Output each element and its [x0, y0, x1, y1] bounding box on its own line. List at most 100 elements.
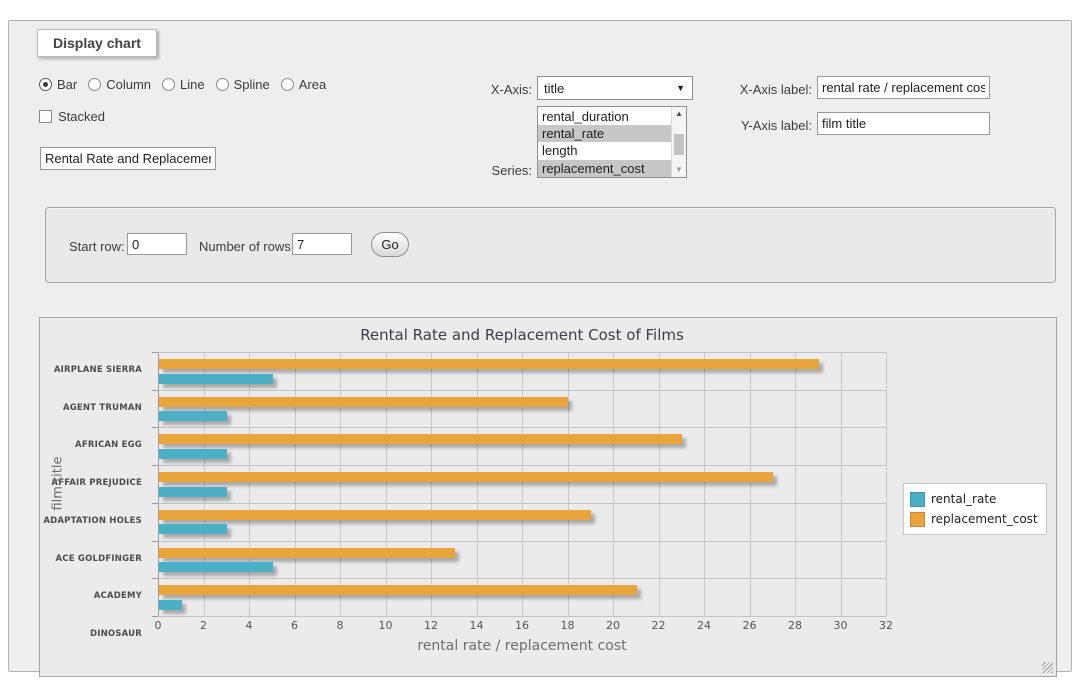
gridline-horizontal — [158, 503, 886, 504]
bar-replacement_cost-airplane-sierra — [159, 359, 819, 369]
bar-replacement_cost-agent-truman — [159, 397, 568, 407]
chart-panel: Rental Rate and Replacement Cost of Film… — [39, 317, 1057, 677]
chart-title-input[interactable] — [40, 147, 216, 170]
bar-replacement_cost-ace-goldfinger — [159, 548, 455, 558]
radio-label: Area — [299, 77, 326, 92]
x-tick-label: 8 — [325, 619, 355, 632]
legend-swatch — [910, 492, 925, 507]
x-tick-label: 22 — [644, 619, 674, 632]
x-axis-title: rental rate / replacement cost — [158, 638, 886, 654]
gridline-horizontal — [158, 616, 886, 617]
radio-icon — [39, 78, 52, 91]
chart-legend: rental_ratereplacement_cost — [903, 483, 1047, 535]
y-axis-tick — [152, 578, 158, 579]
x-axis-select[interactable]: title ▼ — [537, 76, 693, 100]
radio-option-bar[interactable]: Bar — [39, 77, 77, 92]
y-axis-tick — [152, 541, 158, 542]
y-axis-tick — [152, 427, 158, 428]
radio-label: Bar — [57, 77, 77, 92]
stacked-label: Stacked — [58, 109, 105, 124]
radio-icon — [216, 78, 229, 91]
radio-option-column[interactable]: Column — [88, 77, 151, 92]
radio-option-spline[interactable]: Spline — [216, 77, 270, 92]
go-button[interactable]: Go — [371, 232, 409, 257]
legend-item: replacement_cost — [910, 509, 1038, 529]
x-tick-labels: 02468101214161820222426283032 — [158, 619, 886, 633]
x-tick-label: 28 — [780, 619, 810, 632]
radio-label: Spline — [234, 77, 270, 92]
scrollbar-up-icon[interactable]: ▲ — [672, 107, 686, 121]
chart-type-radio-group: Bar Column Line Spline Area — [39, 77, 326, 92]
radio-option-area[interactable]: Area — [281, 77, 326, 92]
gridline-vertical — [886, 352, 887, 616]
x-tick-label: 30 — [826, 619, 856, 632]
y-axis-label-caption: Y-Axis label: — [709, 118, 812, 133]
chart-plot — [158, 352, 886, 616]
bar-rental_rate-ace-goldfinger — [159, 562, 273, 572]
x-tick-label: 10 — [371, 619, 401, 632]
num-rows-input[interactable] — [292, 233, 352, 255]
rows-panel — [45, 207, 1056, 283]
x-axis-label-caption: X-Axis label: — [709, 82, 812, 97]
scrollbar-thumb[interactable] — [674, 134, 684, 155]
series-option-replacement_cost[interactable]: replacement_cost — [538, 160, 671, 177]
gridline-vertical — [659, 352, 660, 616]
stacked-checkbox-row[interactable]: Stacked — [39, 109, 105, 124]
panel-title: Display chart — [37, 29, 157, 57]
x-axis-label-input[interactable] — [817, 76, 990, 99]
stacked-checkbox[interactable] — [39, 110, 52, 123]
gridline-vertical — [704, 352, 705, 616]
scrollbar-down-icon[interactable]: ▼ — [672, 163, 686, 177]
series-listbox[interactable]: rental_durationrental_ratelengthreplacem… — [537, 106, 687, 178]
gridline-vertical — [431, 352, 432, 616]
radio-icon — [162, 78, 175, 91]
y-axis-title: film title — [51, 352, 66, 616]
series-caption: Series: — [467, 163, 532, 178]
series-option-rental_duration[interactable]: rental_duration — [538, 108, 671, 125]
chevron-down-icon: ▼ — [676, 83, 692, 93]
gridline-vertical — [340, 352, 341, 616]
bar-replacement_cost-affair-prejudice — [159, 472, 773, 482]
radio-label: Column — [106, 77, 151, 92]
gridline-vertical — [568, 352, 569, 616]
gridline-vertical — [386, 352, 387, 616]
series-option-length[interactable]: length — [538, 142, 671, 159]
num-rows-label: Number of rows: — [199, 239, 294, 254]
y-axis-tick — [152, 616, 158, 617]
gridline-vertical — [249, 352, 250, 616]
gridline-vertical — [477, 352, 478, 616]
x-tick-label: 14 — [462, 619, 492, 632]
bar-replacement_cost-african-egg — [159, 434, 682, 444]
bar-rental_rate-agent-truman — [159, 411, 227, 421]
x-tick-label: 4 — [234, 619, 264, 632]
gridline-vertical — [795, 352, 796, 616]
bar-rental_rate-airplane-sierra — [159, 374, 273, 384]
radio-icon — [88, 78, 101, 91]
x-tick-label: 0 — [143, 619, 173, 632]
gridline-vertical — [841, 352, 842, 616]
y-axis-line — [158, 352, 159, 616]
start-row-input[interactable] — [127, 233, 187, 255]
bar-rental_rate-affair-prejudice — [159, 487, 227, 497]
gridline-vertical — [750, 352, 751, 616]
series-options: rental_durationrental_ratelengthreplacem… — [538, 108, 671, 177]
y-axis-label-input[interactable] — [817, 112, 990, 135]
gridline-horizontal — [158, 541, 886, 542]
x-tick-label: 12 — [416, 619, 446, 632]
y-axis-tick — [152, 390, 158, 391]
gridline-horizontal — [158, 578, 886, 579]
gridline-vertical — [295, 352, 296, 616]
series-option-rental_rate[interactable]: rental_rate — [538, 125, 671, 142]
legend-item: rental_rate — [910, 489, 1038, 509]
resize-handle-icon[interactable] — [1042, 662, 1053, 673]
x-tick-label: 26 — [735, 619, 765, 632]
y-axis-tick — [152, 465, 158, 466]
x-tick-label: 16 — [507, 619, 537, 632]
start-row-label: Start row: — [69, 239, 125, 254]
x-tick-label: 24 — [689, 619, 719, 632]
bar-rental_rate-adaptation-holes — [159, 524, 227, 534]
radio-option-line[interactable]: Line — [162, 77, 205, 92]
series-scrollbar[interactable]: ▲ ▼ — [671, 107, 686, 177]
legend-items: rental_ratereplacement_cost — [910, 489, 1038, 529]
gridline-horizontal — [158, 352, 886, 353]
